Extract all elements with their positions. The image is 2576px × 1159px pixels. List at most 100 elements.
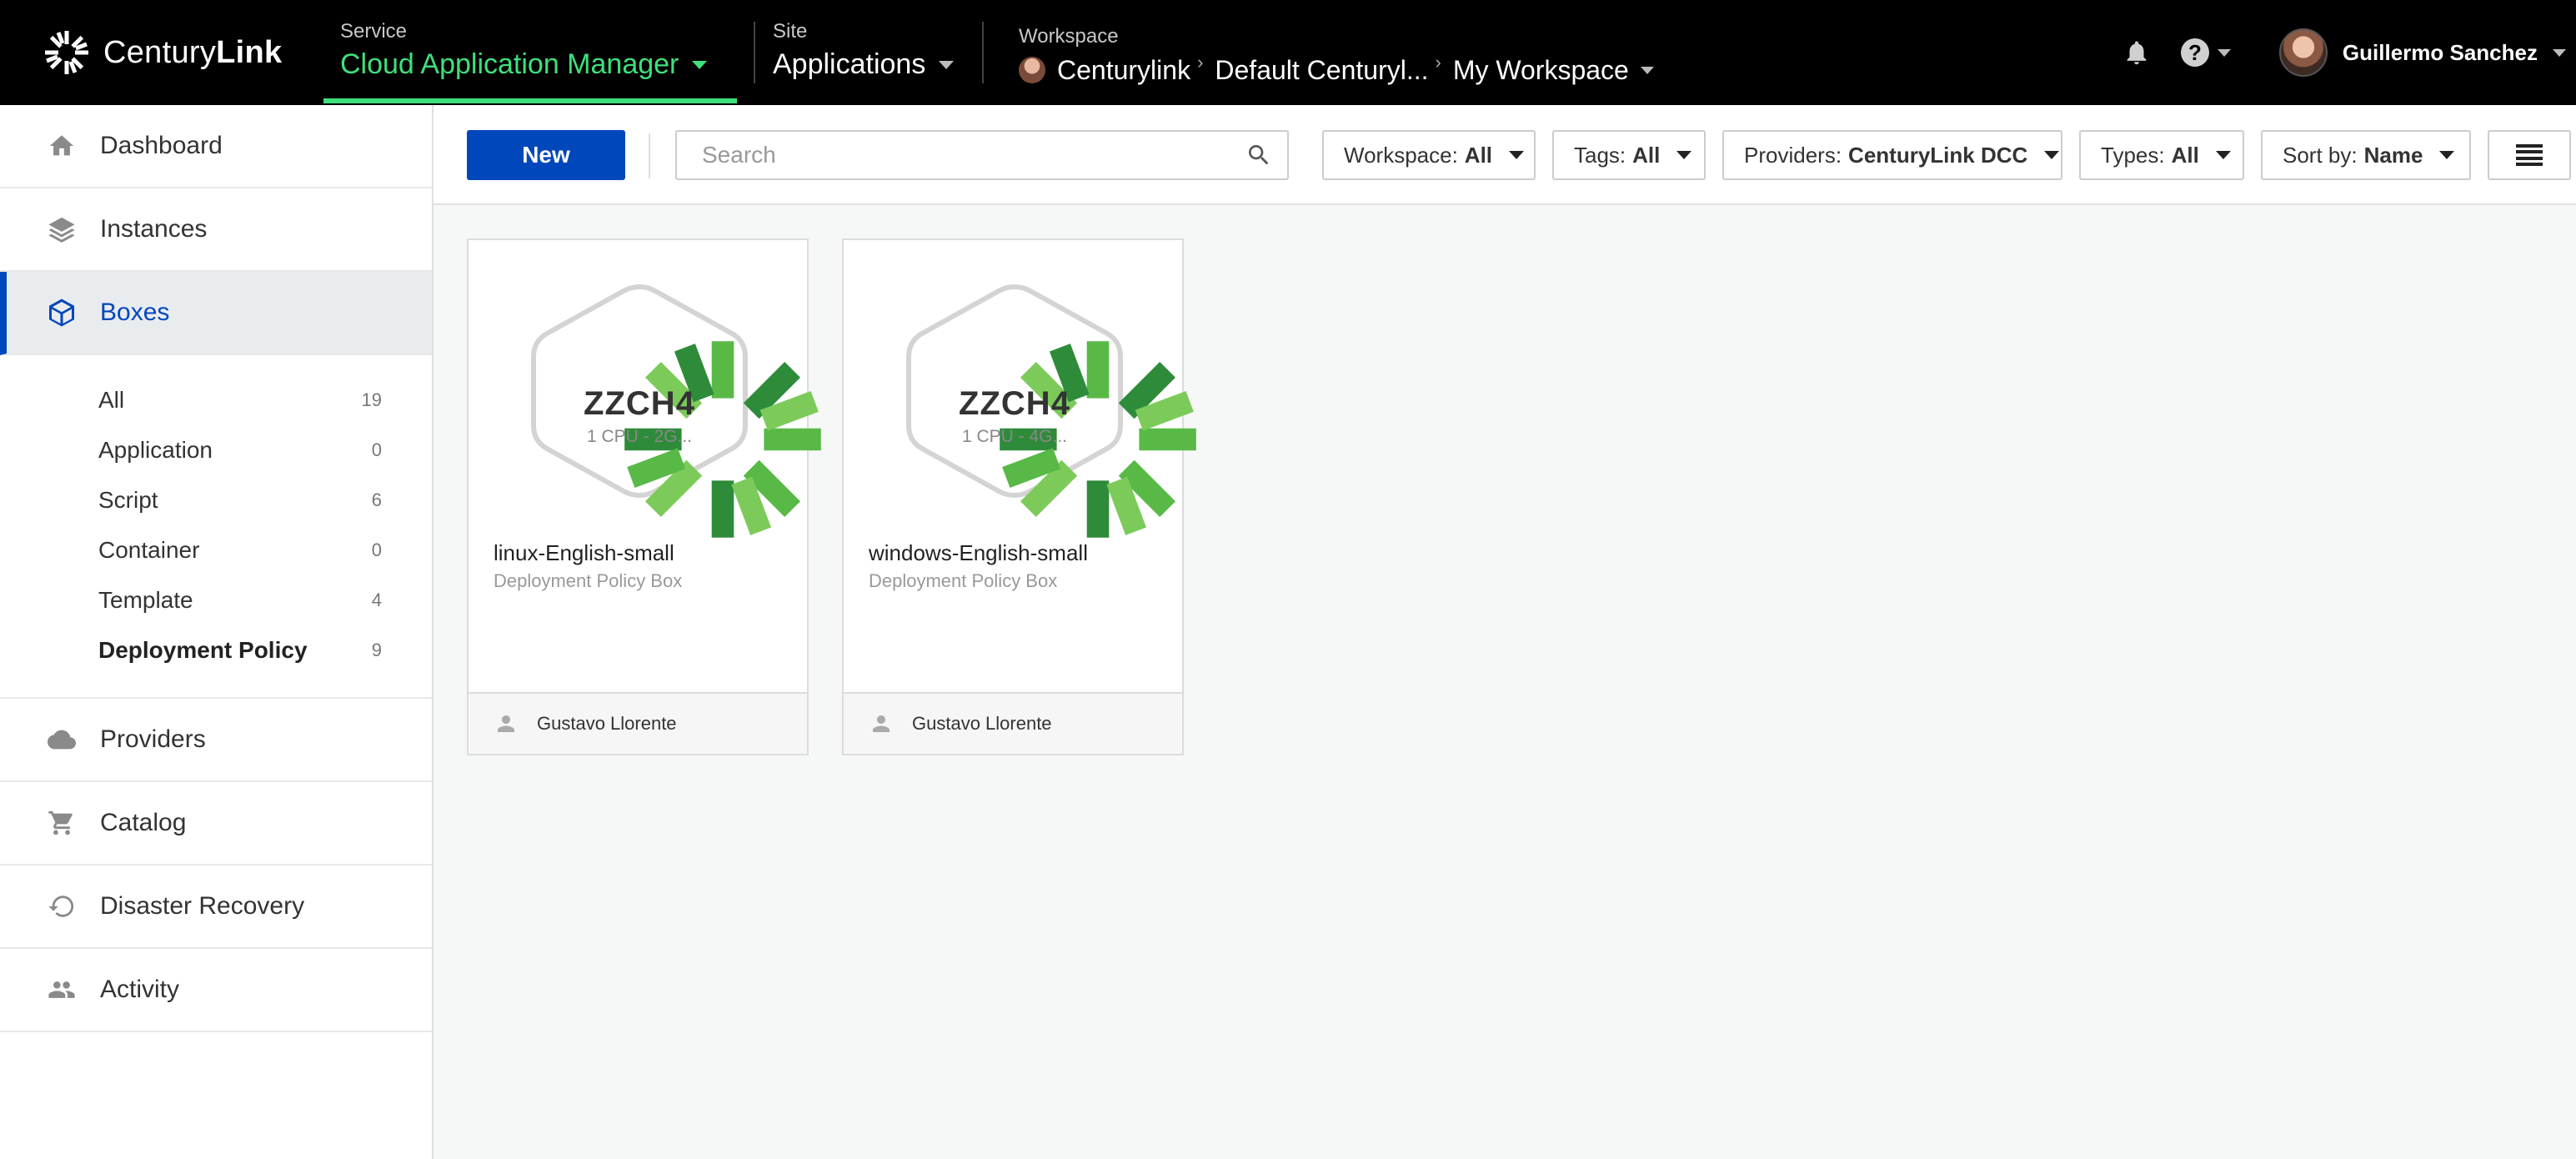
sidebar-item-disaster-recovery[interactable]: Disaster Recovery xyxy=(0,865,432,949)
boxes-type-filter-list: All 19 Application 0 Script 6 Container 0 Te… xyxy=(0,355,432,699)
chevron-down-icon xyxy=(1509,151,1525,159)
box-owner: Gustavo Llorente xyxy=(537,713,677,734)
workspace-path-workspace[interactable]: My Workspace xyxy=(1453,55,1629,86)
search-icon[interactable] xyxy=(1245,142,1272,168)
box-name: linux-English-small xyxy=(494,540,674,565)
cart-icon xyxy=(47,808,77,838)
box-badge-subtitle: 1 CPU - 4G... xyxy=(961,427,1068,446)
box-type-template[interactable]: Template 4 xyxy=(0,575,432,625)
box-card-footer: Gustavo Llorente xyxy=(469,692,807,754)
providers-filter-dropdown[interactable]: Providers: CenturyLink DCC xyxy=(1722,130,2062,180)
chevron-down-icon xyxy=(2044,151,2060,159)
cloud-icon xyxy=(47,725,77,755)
workspace-filter-dropdown[interactable]: Workspace: All xyxy=(1322,130,1536,180)
workspace-breadcrumb: Workspace Centurylink › Default Centuryl… xyxy=(1019,20,1654,88)
box-type-count: 6 xyxy=(371,489,382,510)
box-owner: Gustavo Llorente xyxy=(912,713,1052,734)
workspace-label: Workspace xyxy=(1019,25,1119,48)
user-icon xyxy=(498,715,514,732)
filter-value: All xyxy=(1464,142,1493,168)
box-badge-subtitle: 1 CPU - 2G... xyxy=(586,427,693,446)
help-menu[interactable]: ? xyxy=(2180,38,2231,67)
service-value: Cloud Application Manager xyxy=(340,48,679,80)
box-type-count: 9 xyxy=(371,640,382,660)
sidebar-item-label: Disaster Recovery xyxy=(100,892,305,920)
sidebar-item-activity[interactable]: Activity xyxy=(0,949,432,1032)
box-type-deployment-policy[interactable]: Deployment Policy 9 xyxy=(0,625,432,675)
box-type-label: All xyxy=(98,387,125,413)
service-switcher[interactable]: Service Cloud Application Manager xyxy=(340,20,708,81)
sidebar-item-label: Activity xyxy=(100,976,180,1003)
box-kind: Deployment Policy Box xyxy=(869,570,1058,591)
new-box-button[interactable]: New xyxy=(467,130,625,180)
box-icon xyxy=(47,298,77,328)
sidebar-item-boxes[interactable]: Boxes xyxy=(0,272,432,355)
user-icon xyxy=(873,715,890,732)
chevron-down-icon xyxy=(1676,151,1692,159)
box-kind: Deployment Policy Box xyxy=(494,570,683,591)
box-type-label: Script xyxy=(98,487,158,513)
sidebar-item-label: Catalog xyxy=(100,809,187,836)
layers-icon xyxy=(47,214,77,244)
filter-label: Types: xyxy=(2101,142,2165,168)
box-badge-title: ZZCH4 xyxy=(959,385,1070,422)
bell-icon[interactable] xyxy=(2122,38,2151,67)
workspace-avatar xyxy=(1019,57,1045,83)
list-view-toggle-button[interactable] xyxy=(2488,130,2571,180)
chevron-down-icon xyxy=(692,60,708,69)
box-type-label: Application xyxy=(98,437,213,463)
filter-label: Sort by: xyxy=(2283,142,2358,168)
main-content: New Workspace:All Tags:All Providers:Cen… xyxy=(434,105,2576,1159)
sidebar-item-providers[interactable]: Providers xyxy=(0,699,432,782)
sidebar: Dashboard Instances Boxes All 19 Applicat… xyxy=(0,105,434,1159)
home-icon xyxy=(47,131,77,161)
sidebar-item-label: Instances xyxy=(100,215,208,243)
workspace-path-org[interactable]: Centurylink xyxy=(1057,55,1190,86)
types-filter-dropdown[interactable]: Types: All xyxy=(2079,130,2244,180)
service-active-underline xyxy=(323,98,737,103)
sidebar-item-instances[interactable]: Instances xyxy=(0,188,432,272)
divider xyxy=(982,22,984,83)
sidebar-item-dashboard[interactable]: Dashboard xyxy=(0,105,432,188)
filter-value: Name xyxy=(2363,142,2423,168)
sidebar-item-label: Providers xyxy=(100,725,206,753)
user-name[interactable]: Guillermo Sanchez xyxy=(2343,40,2538,66)
box-type-count: 0 xyxy=(371,439,382,460)
box-type-container[interactable]: Container 0 xyxy=(0,525,432,575)
site-value: Applications xyxy=(773,48,926,80)
box-type-count: 4 xyxy=(371,590,382,610)
divider xyxy=(649,133,650,178)
site-switcher[interactable]: Site Applications xyxy=(773,20,955,81)
search-input[interactable] xyxy=(677,132,1227,178)
chevron-down-icon[interactable] xyxy=(2553,48,2566,57)
hamburger-icon xyxy=(2516,144,2543,166)
user-avatar[interactable] xyxy=(2278,28,2328,77)
filter-label: Tags: xyxy=(1574,142,1626,168)
filter-value: All xyxy=(2171,142,2199,168)
tags-filter-dropdown[interactable]: Tags: All xyxy=(1552,130,1706,180)
sort-by-dropdown[interactable]: Sort by: Name xyxy=(2261,130,2471,180)
box-type-count: 0 xyxy=(371,539,382,560)
sidebar-item-label: Dashboard xyxy=(100,132,223,159)
box-type-label: Deployment Policy xyxy=(98,637,308,663)
centurylink-logo[interactable]: CenturyLink xyxy=(42,25,282,80)
brand-name-light: Century xyxy=(103,34,217,70)
workspace-path-account[interactable]: Default Centuryl... xyxy=(1215,55,1428,86)
filter-label: Providers: xyxy=(1744,142,1842,168)
box-card[interactable]: ZZCH4 1 CPU - 4G... windows-English-smal… xyxy=(842,238,1196,755)
chevron-down-icon xyxy=(2215,151,2231,159)
box-badge-title: ZZCH4 xyxy=(584,385,695,422)
chevron-down-icon[interactable] xyxy=(1640,66,1654,74)
brand-name-bold: Link xyxy=(216,34,283,70)
site-label: Site xyxy=(773,20,808,43)
box-card[interactable]: ZZCH4 1 CPU - 2G... linux-English-small … xyxy=(467,238,821,755)
box-type-script[interactable]: Script 6 xyxy=(0,475,432,525)
sidebar-item-catalog[interactable]: Catalog xyxy=(0,782,432,865)
search-box xyxy=(675,130,1289,180)
box-type-all[interactable]: All 19 xyxy=(0,375,432,425)
box-type-label: Container xyxy=(98,537,200,563)
service-label: Service xyxy=(340,20,408,43)
box-type-application[interactable]: Application 0 xyxy=(0,425,432,475)
toolbar: New Workspace:All Tags:All Providers:Cen… xyxy=(434,105,2576,205)
box-badge: ZZCH4 1 CPU - 4G... xyxy=(902,280,1196,538)
